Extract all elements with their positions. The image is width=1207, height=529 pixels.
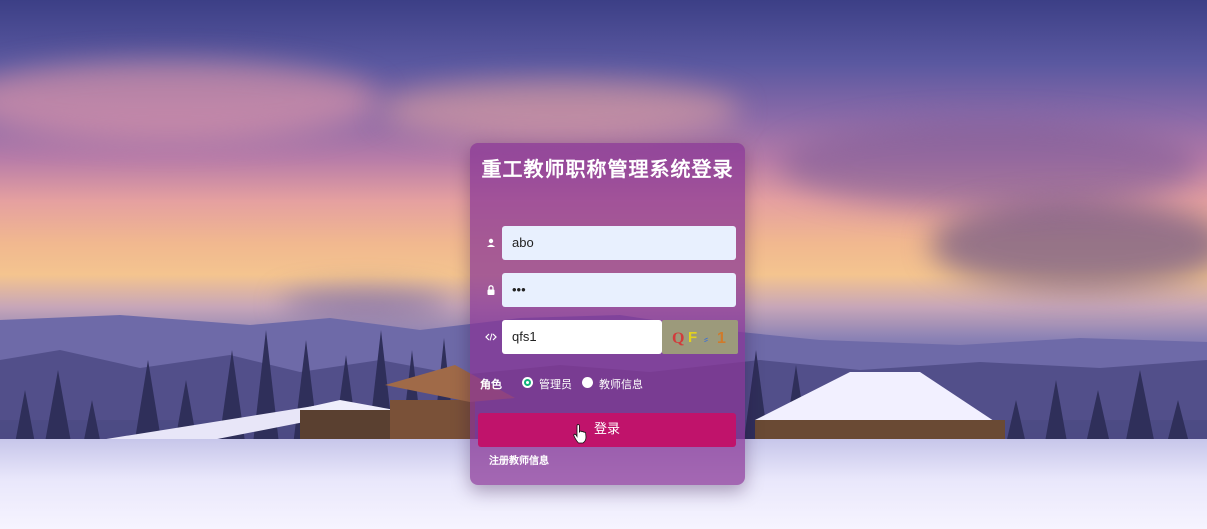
- svg-text:Q: Q: [672, 330, 684, 347]
- svg-text:1: 1: [717, 330, 726, 347]
- captcha-glyphs: Q F ⸗ 1: [672, 329, 726, 347]
- captcha-row: qfs1 Q F ⸗ 1: [482, 320, 738, 354]
- captcha-input[interactable]: qfs1: [502, 320, 662, 354]
- radio-teacher-label[interactable]: 教师信息: [599, 376, 643, 392]
- user-icon: [487, 238, 495, 247]
- hand-cursor-icon: [573, 424, 587, 444]
- password-row: •••: [482, 273, 736, 307]
- svg-text:F: F: [688, 329, 697, 346]
- register-teacher-link[interactable]: 注册教师信息: [489, 452, 549, 467]
- captcha-image[interactable]: Q F ⸗ 1: [662, 320, 738, 354]
- radio-teacher[interactable]: [582, 377, 593, 388]
- svg-text:⸗: ⸗: [704, 332, 708, 346]
- login-panel: 重工教师职称管理系统登录 abo ••• qfs1 Q F ⸗ 1 角色 管理员…: [470, 143, 745, 485]
- code-icon: [485, 333, 497, 341]
- radio-admin-label[interactable]: 管理员: [539, 376, 572, 392]
- password-input[interactable]: •••: [502, 273, 736, 307]
- username-input[interactable]: abo: [502, 226, 736, 260]
- lock-icon: [487, 285, 495, 295]
- login-button[interactable]: 登录: [478, 413, 736, 447]
- username-row: abo: [482, 226, 736, 260]
- role-selector: 角色 管理员 教师信息: [480, 374, 734, 392]
- radio-admin[interactable]: [522, 377, 533, 388]
- login-title: 重工教师职称管理系统登录: [481, 157, 734, 181]
- role-label: 角色: [480, 378, 502, 391]
